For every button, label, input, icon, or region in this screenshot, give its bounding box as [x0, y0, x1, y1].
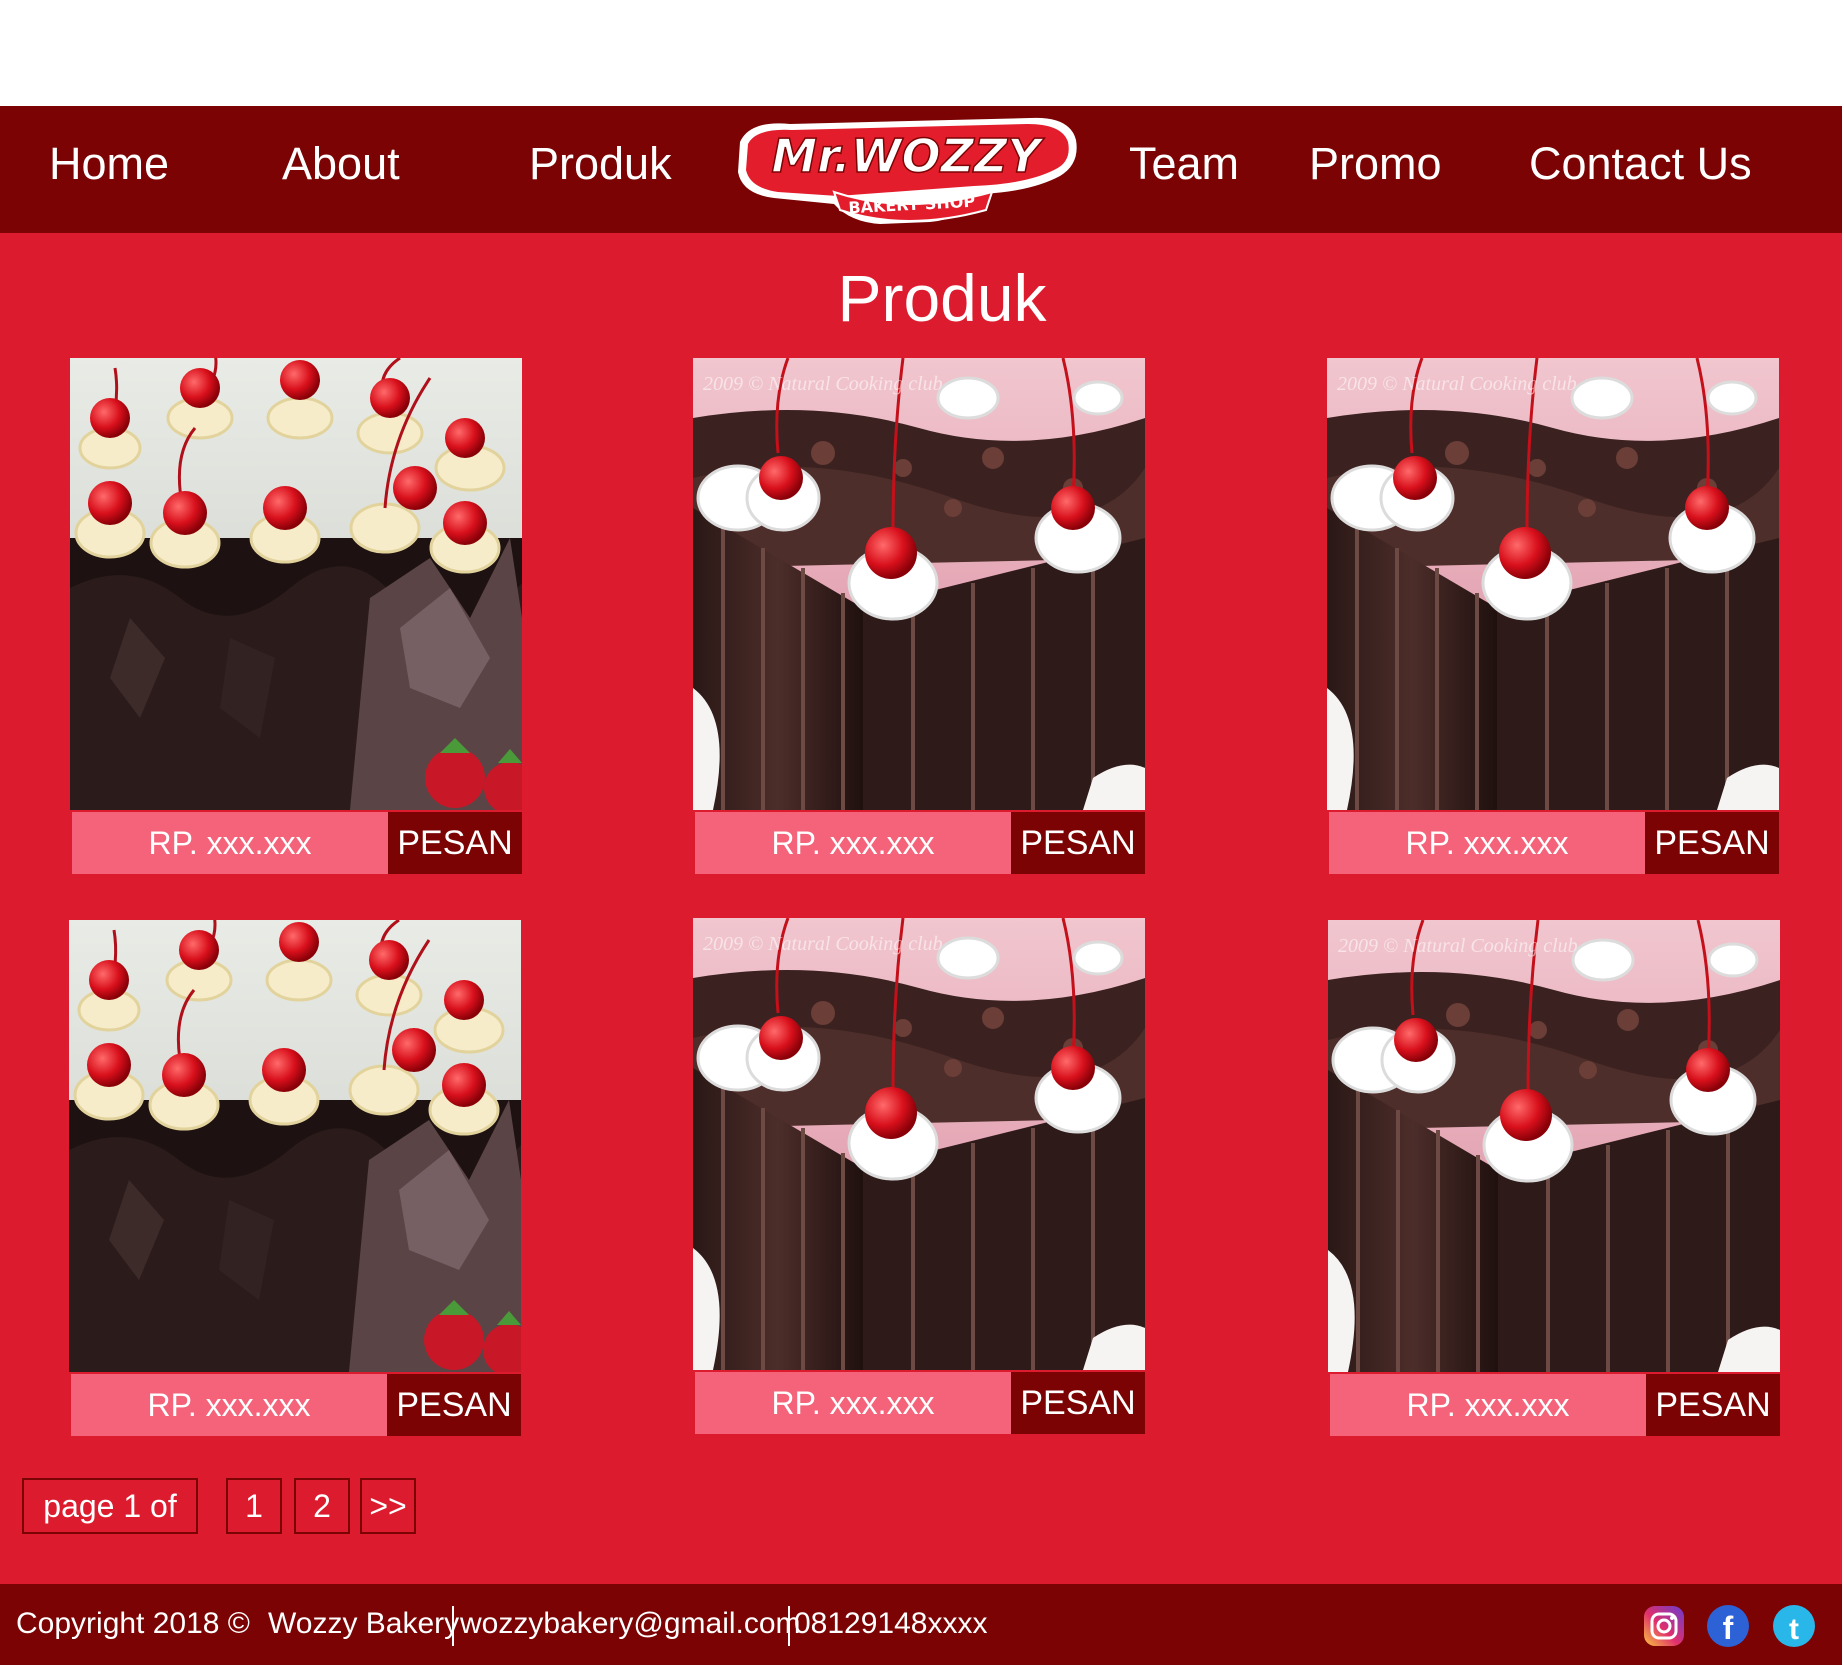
pesan-button[interactable]: PESAN — [1011, 812, 1145, 874]
product-price: RP. xxx.xxx — [695, 1372, 1011, 1434]
instagram-icon[interactable] — [1642, 1604, 1686, 1648]
pagination-label: page 1 of — [22, 1478, 198, 1534]
black-forest-cake-photo[interactable] — [1328, 920, 1780, 1372]
nav-promo[interactable]: Promo — [1309, 134, 1442, 194]
footer-divider — [788, 1606, 790, 1646]
product-price: RP. xxx.xxx — [1329, 812, 1645, 874]
black-forest-cake-photo[interactable] — [693, 358, 1145, 810]
product-price: RP. xxx.xxx — [72, 812, 388, 874]
nav-about[interactable]: About — [282, 134, 400, 194]
page-2-button[interactable]: 2 — [294, 1478, 350, 1534]
footer-email[interactable]: wozzybakery@gmail.com — [460, 1604, 801, 1644]
pesan-button[interactable]: PESAN — [1011, 1372, 1145, 1434]
page-1-button[interactable]: 1 — [226, 1478, 282, 1534]
brand-logo[interactable]: Mr.WOZZY BAKERY SHOP — [730, 112, 1082, 236]
footer-divider — [452, 1606, 454, 1646]
product-card: RP. xxx.xxx PESAN — [693, 918, 1145, 1434]
product-card: RP. xxx.xxx PESAN — [70, 358, 522, 874]
black-forest-cake-photo[interactable] — [693, 918, 1145, 1370]
product-card: RP. xxx.xxx PESAN — [1328, 920, 1780, 1436]
pesan-button[interactable]: PESAN — [388, 812, 522, 874]
copyright-text: Copyright 2018 © — [16, 1607, 250, 1640]
product-card: RP. xxx.xxx PESAN — [1327, 358, 1779, 874]
nav-team[interactable]: Team — [1129, 134, 1239, 194]
black-forest-cake-photo[interactable] — [1327, 358, 1779, 810]
pesan-button[interactable]: PESAN — [387, 1374, 521, 1436]
next-page-button[interactable]: >> — [360, 1478, 416, 1534]
twitter-icon[interactable]: t — [1772, 1604, 1816, 1648]
cherry-cream-cake-photo[interactable] — [69, 920, 521, 1372]
facebook-icon[interactable]: f — [1706, 1604, 1750, 1648]
svg-text:t: t — [1789, 1613, 1799, 1646]
pesan-button[interactable]: PESAN — [1646, 1374, 1780, 1436]
product-price: RP. xxx.xxx — [695, 812, 1011, 874]
company-name: Wozzy Bakery — [268, 1607, 460, 1640]
logo-title: Mr.WOZZY — [771, 129, 1045, 183]
pesan-button[interactable]: PESAN — [1645, 812, 1779, 874]
product-price: RP. xxx.xxx — [71, 1374, 387, 1436]
nav-home[interactable]: Home — [49, 134, 169, 194]
product-card: RP. xxx.xxx PESAN — [69, 920, 521, 1436]
product-price: RP. xxx.xxx — [1330, 1374, 1646, 1436]
page-title: Produk — [837, 261, 1047, 335]
footer-phone: 08129148xxxx — [794, 1607, 988, 1640]
svg-text:f: f — [1723, 1610, 1734, 1646]
product-card: RP. xxx.xxx PESAN — [693, 358, 1145, 874]
cherry-cream-cake-photo[interactable] — [70, 358, 522, 810]
nav-produk[interactable]: Produk — [529, 134, 672, 194]
nav-contact-us[interactable]: Contact Us — [1529, 134, 1752, 194]
